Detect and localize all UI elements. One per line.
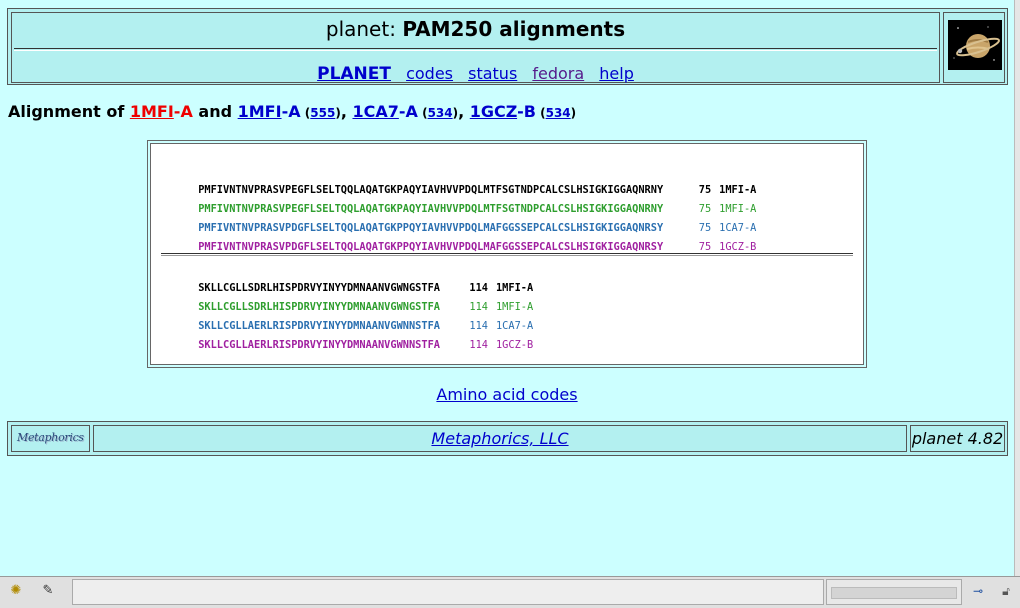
target-score-link[interactable]: 534 <box>546 106 571 120</box>
status-message-area <box>72 579 824 605</box>
progress-bar <box>831 587 957 599</box>
metaphorics-link[interactable]: Metaphorics, LLC <box>431 429 568 448</box>
composer-icon[interactable]: ✎ <box>38 583 58 599</box>
sequence-text: SKLLCGLLAERLRISPDRVYINYYDMNAANVGWNNSTFA <box>198 339 440 351</box>
metaphorics-logo[interactable]: Metaphorics <box>11 425 90 452</box>
nav-link-fedora[interactable]: fedora <box>532 64 584 83</box>
residue-count: 75 <box>698 241 712 253</box>
title-main: PAM250 alignments <box>402 17 626 41</box>
sequence-text: PMFIVNTNVPRASVPDGFLSELTQQLAQATGKPPQYIAVH… <box>198 241 664 253</box>
alignment-heading: Alignment of 1MFI-A and 1MFI-A (555), 1C… <box>8 102 577 121</box>
footer-link-cell: Metaphorics, LLC <box>93 425 907 452</box>
amino-acid-codes-row: Amino acid codes <box>0 385 1014 404</box>
nav-link-help[interactable]: help <box>599 64 634 83</box>
residue-count: 114 <box>469 339 488 351</box>
browser-status-bar: ✺ ✎ ⊸ 🔓︎ <box>0 576 1020 608</box>
target-score-link[interactable]: 534 <box>428 106 453 120</box>
target-structure-link[interactable]: 1MFI <box>238 102 282 121</box>
target-score-link[interactable]: 555 <box>310 106 335 120</box>
chain-label: 1GCZ-B <box>495 339 534 351</box>
navigator-icon[interactable]: ✺ <box>6 583 26 599</box>
ref-structure-link[interactable]: 1MFI <box>130 102 174 121</box>
page-footer: Metaphorics Metaphorics, LLC planet 4.82 <box>7 421 1008 456</box>
target-chain: -A <box>281 102 301 121</box>
online-status-icon[interactable]: ⊸ <box>968 583 988 599</box>
saturn-planet-icon[interactable] <box>948 20 1002 70</box>
alignment-divider <box>161 253 853 256</box>
alignment-row: PMFIVNTNVPRASVPDGFLSELTQQLAQATGKPPQYIAVH… <box>161 229 756 265</box>
header-logo-panel <box>943 12 1005 83</box>
page-header: planet: PAM250 alignments PLANET codes s… <box>7 8 1008 85</box>
alignment-row: SKLLCGLLAERLRISPDRVYINYYDMNAANVGWNNSTFA 1… <box>161 327 533 363</box>
target-chain: -B <box>517 102 536 121</box>
heading-and: and <box>198 102 233 121</box>
nav-link-status[interactable]: status <box>468 64 517 83</box>
target-structure-link[interactable]: 1CA7 <box>352 102 398 121</box>
title-prefix: planet: <box>325 17 396 41</box>
ref-chain: -A <box>173 102 193 121</box>
chain-label: 1GCZ-B <box>719 241 757 253</box>
header-nav: PLANET codes status fedora help <box>12 64 939 84</box>
logo-text: Metaphorics <box>17 431 84 444</box>
header-divider <box>14 48 937 51</box>
alignment-box: PMFIVNTNVPRASVPEGFLSELTQQLAQATGKPAQYIAVH… <box>147 140 867 368</box>
nav-link-planet[interactable]: PLANET <box>317 64 391 84</box>
target-chain: -A <box>398 102 418 121</box>
nav-link-codes[interactable]: codes <box>406 64 453 83</box>
amino-acid-codes-link[interactable]: Amino acid codes <box>436 385 577 404</box>
heading-prefix: Alignment of <box>8 102 125 121</box>
progress-area <box>826 579 962 605</box>
page-title: planet: PAM250 alignments <box>12 17 939 41</box>
alignment-panel: PMFIVNTNVPRASVPEGFLSELTQQLAQATGKPAQYIAVH… <box>150 143 864 365</box>
vertical-scrollbar[interactable] <box>1014 0 1020 576</box>
version-label: planet 4.82 <box>910 425 1005 452</box>
target-structure-link[interactable]: 1GCZ <box>470 102 517 121</box>
security-lock-icon[interactable]: 🔓︎ <box>996 583 1016 599</box>
header-main-panel: planet: PAM250 alignments PLANET codes s… <box>11 12 940 84</box>
